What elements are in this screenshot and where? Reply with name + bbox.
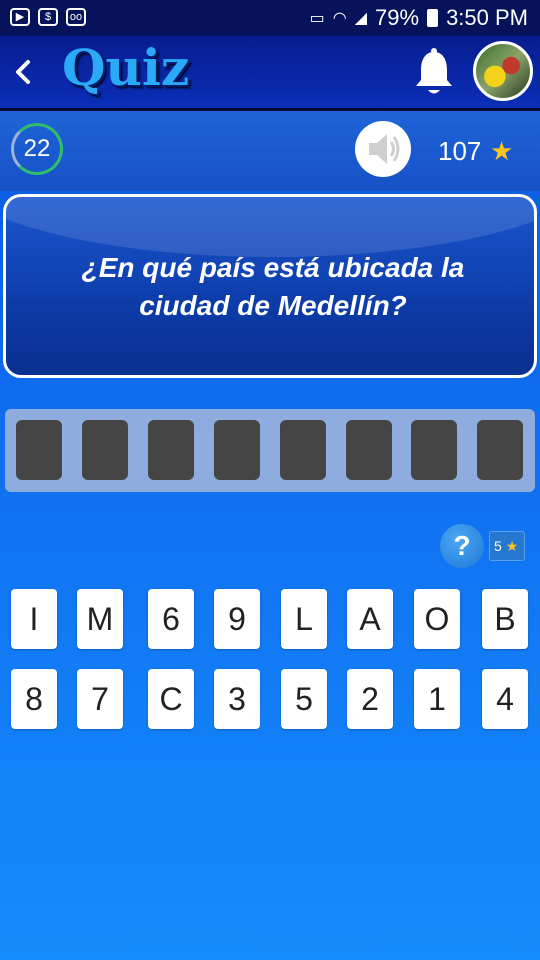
letter-key[interactable]: 5 <box>281 669 327 729</box>
answer-slot[interactable] <box>148 420 194 480</box>
youtube-icon: ▶ <box>10 8 30 26</box>
wifi-icon: ◠ <box>332 10 347 27</box>
star-icon: ★ <box>490 136 514 166</box>
letter-key[interactable]: 1 <box>414 669 460 729</box>
letter-key[interactable]: 6 <box>148 589 194 649</box>
score-bar: 22 107 ★ <box>0 111 540 191</box>
notification-icons: ▶ $ oo <box>10 8 86 26</box>
chevron-left-icon <box>16 60 30 84</box>
star-icon: ★ <box>505 538 519 554</box>
letter-key[interactable]: A <box>347 589 393 649</box>
letter-key[interactable]: 7 <box>77 669 123 729</box>
money-icon: $ <box>38 8 58 26</box>
letter-key[interactable]: C <box>148 669 194 729</box>
system-indicators: ▭ ◠ ◢ 79% 3:50 PM <box>310 5 528 31</box>
letter-key[interactable]: B <box>482 589 528 649</box>
letter-key[interactable]: L <box>281 589 327 649</box>
letter-key[interactable]: 8 <box>11 669 57 729</box>
letter-key[interactable]: 9 <box>214 589 260 649</box>
cast-icon: ▭ <box>309 10 325 27</box>
answer-slot[interactable] <box>280 420 326 480</box>
signal-icon: ◢ <box>354 10 368 27</box>
notification-button[interactable] <box>411 48 457 98</box>
letter-key[interactable]: I <box>11 589 57 649</box>
timer: 22 <box>11 123 63 175</box>
answer-slot[interactable] <box>16 420 62 480</box>
question-text: ¿En qué país está ubicada la ciudad de M… <box>81 252 465 321</box>
app-bar: Quiz <box>0 36 540 111</box>
answer-slot[interactable] <box>346 420 392 480</box>
answer-slot[interactable] <box>411 420 457 480</box>
letter-key[interactable]: 3 <box>214 669 260 729</box>
letter-key[interactable]: M <box>77 589 123 649</box>
bell-icon <box>416 48 452 94</box>
question-card: ¿En qué país está ubicada la ciudad de M… <box>3 194 537 378</box>
voicemail-icon: oo <box>66 8 86 26</box>
score-value: 107 <box>438 136 482 166</box>
answer-slots <box>5 409 535 492</box>
answer-slot[interactable] <box>214 420 260 480</box>
battery-icon <box>427 9 439 27</box>
speaker-icon <box>369 134 400 164</box>
hint-button[interactable]: ? <box>440 524 484 568</box>
answer-slot[interactable] <box>477 420 523 480</box>
letter-key[interactable]: 2 <box>347 669 393 729</box>
back-button[interactable] <box>8 48 38 96</box>
hint-cost-badge: 5 ★ <box>489 531 525 561</box>
answer-slot[interactable] <box>82 420 128 480</box>
sound-toggle-button[interactable] <box>355 121 411 177</box>
battery-percent: 79% <box>375 5 420 30</box>
avatar[interactable] <box>473 41 533 101</box>
clock: 3:50 PM <box>446 5 528 30</box>
app-title: Quiz <box>62 38 190 97</box>
letter-key[interactable]: 4 <box>482 669 528 729</box>
hint-cost-value: 5 <box>494 538 502 554</box>
status-bar: ▶ $ oo ▭ ◠ ◢ 79% 3:50 PM <box>0 0 540 36</box>
letter-key[interactable]: O <box>414 589 460 649</box>
